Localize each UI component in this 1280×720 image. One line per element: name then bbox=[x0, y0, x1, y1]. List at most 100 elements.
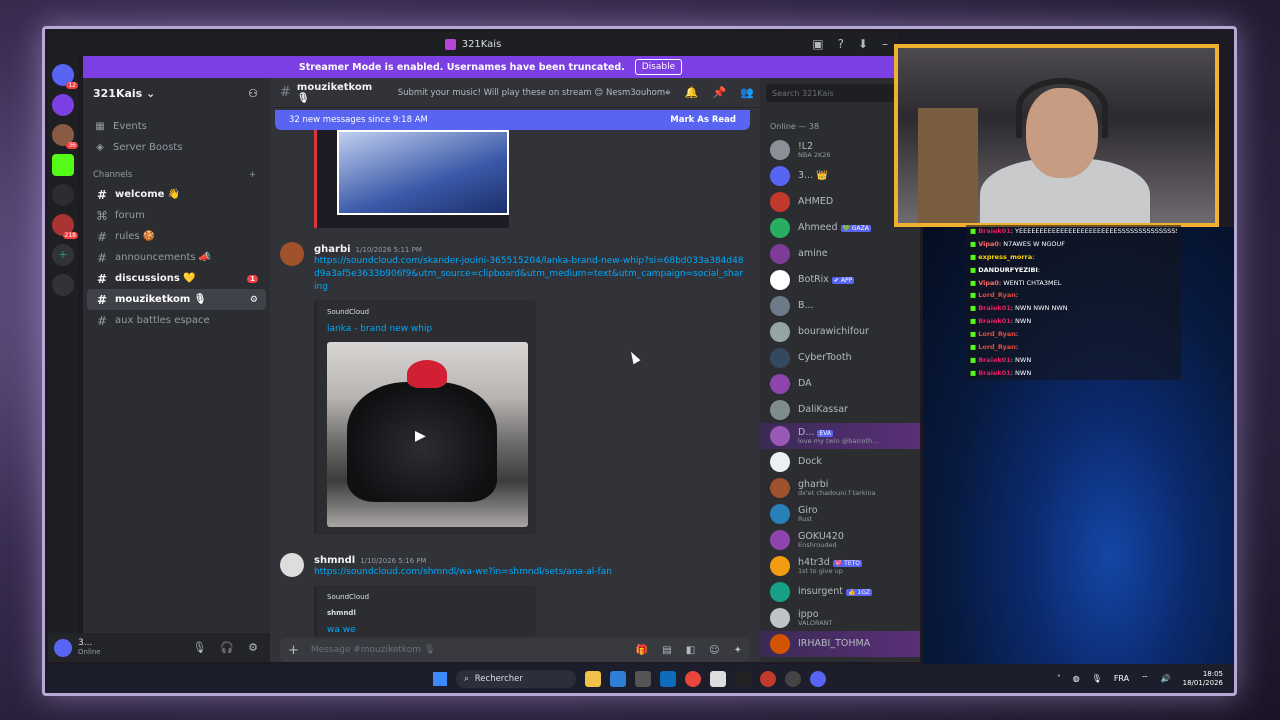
terminal-icon[interactable] bbox=[735, 670, 751, 687]
settings-icon[interactable]: ⚙ bbox=[250, 295, 258, 305]
kick-icon[interactable] bbox=[52, 154, 74, 176]
apps-icon[interactable]: ✦ bbox=[734, 645, 742, 656]
avatar[interactable] bbox=[770, 218, 790, 238]
member-row[interactable]: DaliKassar bbox=[760, 397, 920, 423]
member-row[interactable]: BotRix ✔ APP bbox=[760, 267, 920, 293]
member-row[interactable]: B... bbox=[760, 293, 920, 319]
gear-icon[interactable]: ⚙ bbox=[248, 641, 258, 654]
disable-streamer-button[interactable]: Disable bbox=[634, 59, 683, 75]
avatar[interactable] bbox=[770, 530, 790, 550]
channel-forum[interactable]: ⌘ forum bbox=[87, 205, 266, 226]
store-icon[interactable] bbox=[635, 670, 651, 687]
avatar[interactable] bbox=[770, 634, 790, 654]
threads-icon[interactable]: ⌖ bbox=[665, 86, 671, 100]
play-icon[interactable]: ▶ bbox=[415, 428, 426, 444]
mark-as-read-button[interactable]: Mark As Read bbox=[670, 115, 736, 125]
volume-icon[interactable]: 🔊 bbox=[1161, 674, 1171, 683]
embed-title[interactable]: wa we bbox=[327, 625, 526, 635]
add-attachment-icon[interactable]: + bbox=[288, 643, 299, 658]
boosts-item[interactable]: ◈ Server Boosts bbox=[83, 137, 270, 158]
message-composer[interactable]: + Message #mouziketkom 🎙 🎁 ▤ ◧ ☺ ✦ bbox=[280, 638, 750, 662]
network-icon[interactable]: ◍ bbox=[1073, 674, 1080, 683]
clock[interactable]: 18:05 18/01/2026 bbox=[1183, 670, 1223, 687]
member-row[interactable]: insurgent 👍 1GZ bbox=[760, 579, 920, 605]
member-row[interactable]: D... EVA love my twin @barroth... bbox=[760, 423, 920, 449]
message-author[interactable]: gharbi bbox=[314, 244, 351, 255]
avatar[interactable] bbox=[770, 582, 790, 602]
member-row[interactable]: gharbi dx'et chadouni f tarkina bbox=[760, 475, 920, 501]
avatar[interactable] bbox=[770, 296, 790, 316]
avatar[interactable] bbox=[770, 244, 790, 264]
server-icon[interactable] bbox=[52, 94, 74, 116]
sticker-icon[interactable]: ◧ bbox=[686, 645, 695, 656]
message-link[interactable]: https://soundcloud.com/skander-jouini-36… bbox=[314, 255, 744, 294]
new-messages-bar[interactable]: 32 new messages since 9:18 AM Mark As Re… bbox=[275, 110, 750, 130]
message-author[interactable]: shmndl bbox=[314, 555, 355, 566]
member-row[interactable]: ippo VALORANT bbox=[760, 605, 920, 631]
channel-discussions[interactable]: # discussions 💛 1 bbox=[87, 268, 266, 289]
home-icon[interactable]: 12 bbox=[52, 64, 78, 89]
create-channel-icon[interactable]: + bbox=[249, 170, 256, 180]
member-row[interactable]: h4tr3d 💖 TETO 1st to give up bbox=[760, 553, 920, 579]
member-row[interactable]: Giro Rust bbox=[760, 501, 920, 527]
microphone-tray-icon[interactable]: 🎙 bbox=[1092, 674, 1102, 683]
pin-icon[interactable]: 📌 bbox=[713, 86, 727, 100]
bell-icon[interactable]: 🔔 bbox=[685, 86, 699, 100]
server-icon[interactable] bbox=[52, 184, 74, 206]
events-item[interactable]: ▦ Events bbox=[83, 116, 270, 137]
avatar[interactable] bbox=[770, 478, 790, 498]
avatar[interactable] bbox=[770, 556, 790, 576]
member-row[interactable]: IRHABI_TOHMA bbox=[760, 631, 920, 657]
microphone-icon[interactable]: 🎙 bbox=[192, 641, 206, 654]
file-explorer-icon[interactable] bbox=[585, 670, 601, 687]
server-icon[interactable]: 218 bbox=[52, 214, 78, 239]
inbox-icon[interactable]: ▣ bbox=[812, 37, 823, 51]
steam-icon[interactable] bbox=[785, 670, 801, 687]
download-icon[interactable]: ⬇ bbox=[858, 37, 868, 51]
chrome-icon[interactable] bbox=[685, 670, 701, 687]
avatar[interactable] bbox=[770, 374, 790, 394]
add-server-icon[interactable]: + bbox=[52, 244, 74, 266]
server-header[interactable]: 321Kais ⌄ ⚇ bbox=[83, 78, 270, 108]
avatar[interactable] bbox=[280, 242, 304, 266]
avatar[interactable] bbox=[54, 638, 72, 657]
server-icon[interactable]: 36 bbox=[52, 124, 78, 149]
headphones-icon[interactable]: 🎧 bbox=[220, 641, 234, 654]
discover-icon[interactable] bbox=[52, 274, 74, 296]
avatar[interactable] bbox=[280, 553, 304, 577]
member-row[interactable]: CyberTooth bbox=[760, 345, 920, 371]
avatar[interactable] bbox=[770, 270, 790, 290]
channel-topic[interactable]: Submit your music! Will play these on st… bbox=[398, 88, 665, 98]
avatar[interactable] bbox=[770, 608, 790, 628]
outlook-icon[interactable] bbox=[660, 670, 676, 687]
member-row[interactable]: bourawichifour bbox=[760, 319, 920, 345]
channel-mouziketkom[interactable]: # mouziketkom 🎙 ⚙ bbox=[87, 289, 266, 310]
member-row[interactable]: GOKU420 Enshrouded bbox=[760, 527, 920, 553]
avatar[interactable] bbox=[770, 426, 790, 446]
avatar[interactable] bbox=[770, 400, 790, 420]
language-indicator[interactable]: FRA bbox=[1114, 674, 1129, 683]
members-icon[interactable]: 👥 bbox=[740, 86, 754, 100]
member-row[interactable]: amine bbox=[760, 241, 920, 267]
embed-title[interactable]: lanka - brand new whip bbox=[327, 324, 526, 334]
wifi-icon[interactable]: ⌔ bbox=[1141, 674, 1149, 684]
search-input[interactable]: Search 321Kais bbox=[766, 84, 914, 102]
avatar[interactable] bbox=[770, 452, 790, 472]
channel-welcome[interactable]: # welcome 👋 bbox=[87, 184, 266, 205]
emoji-icon[interactable]: ☺ bbox=[709, 645, 719, 656]
avatar[interactable] bbox=[770, 504, 790, 524]
avatar[interactable] bbox=[770, 322, 790, 342]
help-icon[interactable]: ? bbox=[838, 37, 844, 51]
member-row[interactable]: DA bbox=[760, 371, 920, 397]
message-link[interactable]: https://soundcloud.com/shmndl/wa-we?in=s… bbox=[314, 566, 744, 579]
avatar[interactable] bbox=[770, 192, 790, 212]
minimize-icon[interactable]: – bbox=[882, 37, 888, 51]
embed-thumbnail[interactable]: ▶ bbox=[327, 342, 528, 527]
gift-icon[interactable]: 🎁 bbox=[636, 645, 648, 656]
member-row[interactable]: Dock bbox=[760, 449, 920, 475]
channel-announcements[interactable]: # announcements 📣 bbox=[87, 247, 266, 268]
add-member-icon[interactable]: ⚇ bbox=[248, 87, 258, 100]
chevron-up-icon[interactable]: ˄ bbox=[1057, 674, 1061, 683]
taskbar-search[interactable]: ⌕ Rechercher bbox=[456, 669, 576, 688]
avatar[interactable] bbox=[770, 140, 790, 160]
